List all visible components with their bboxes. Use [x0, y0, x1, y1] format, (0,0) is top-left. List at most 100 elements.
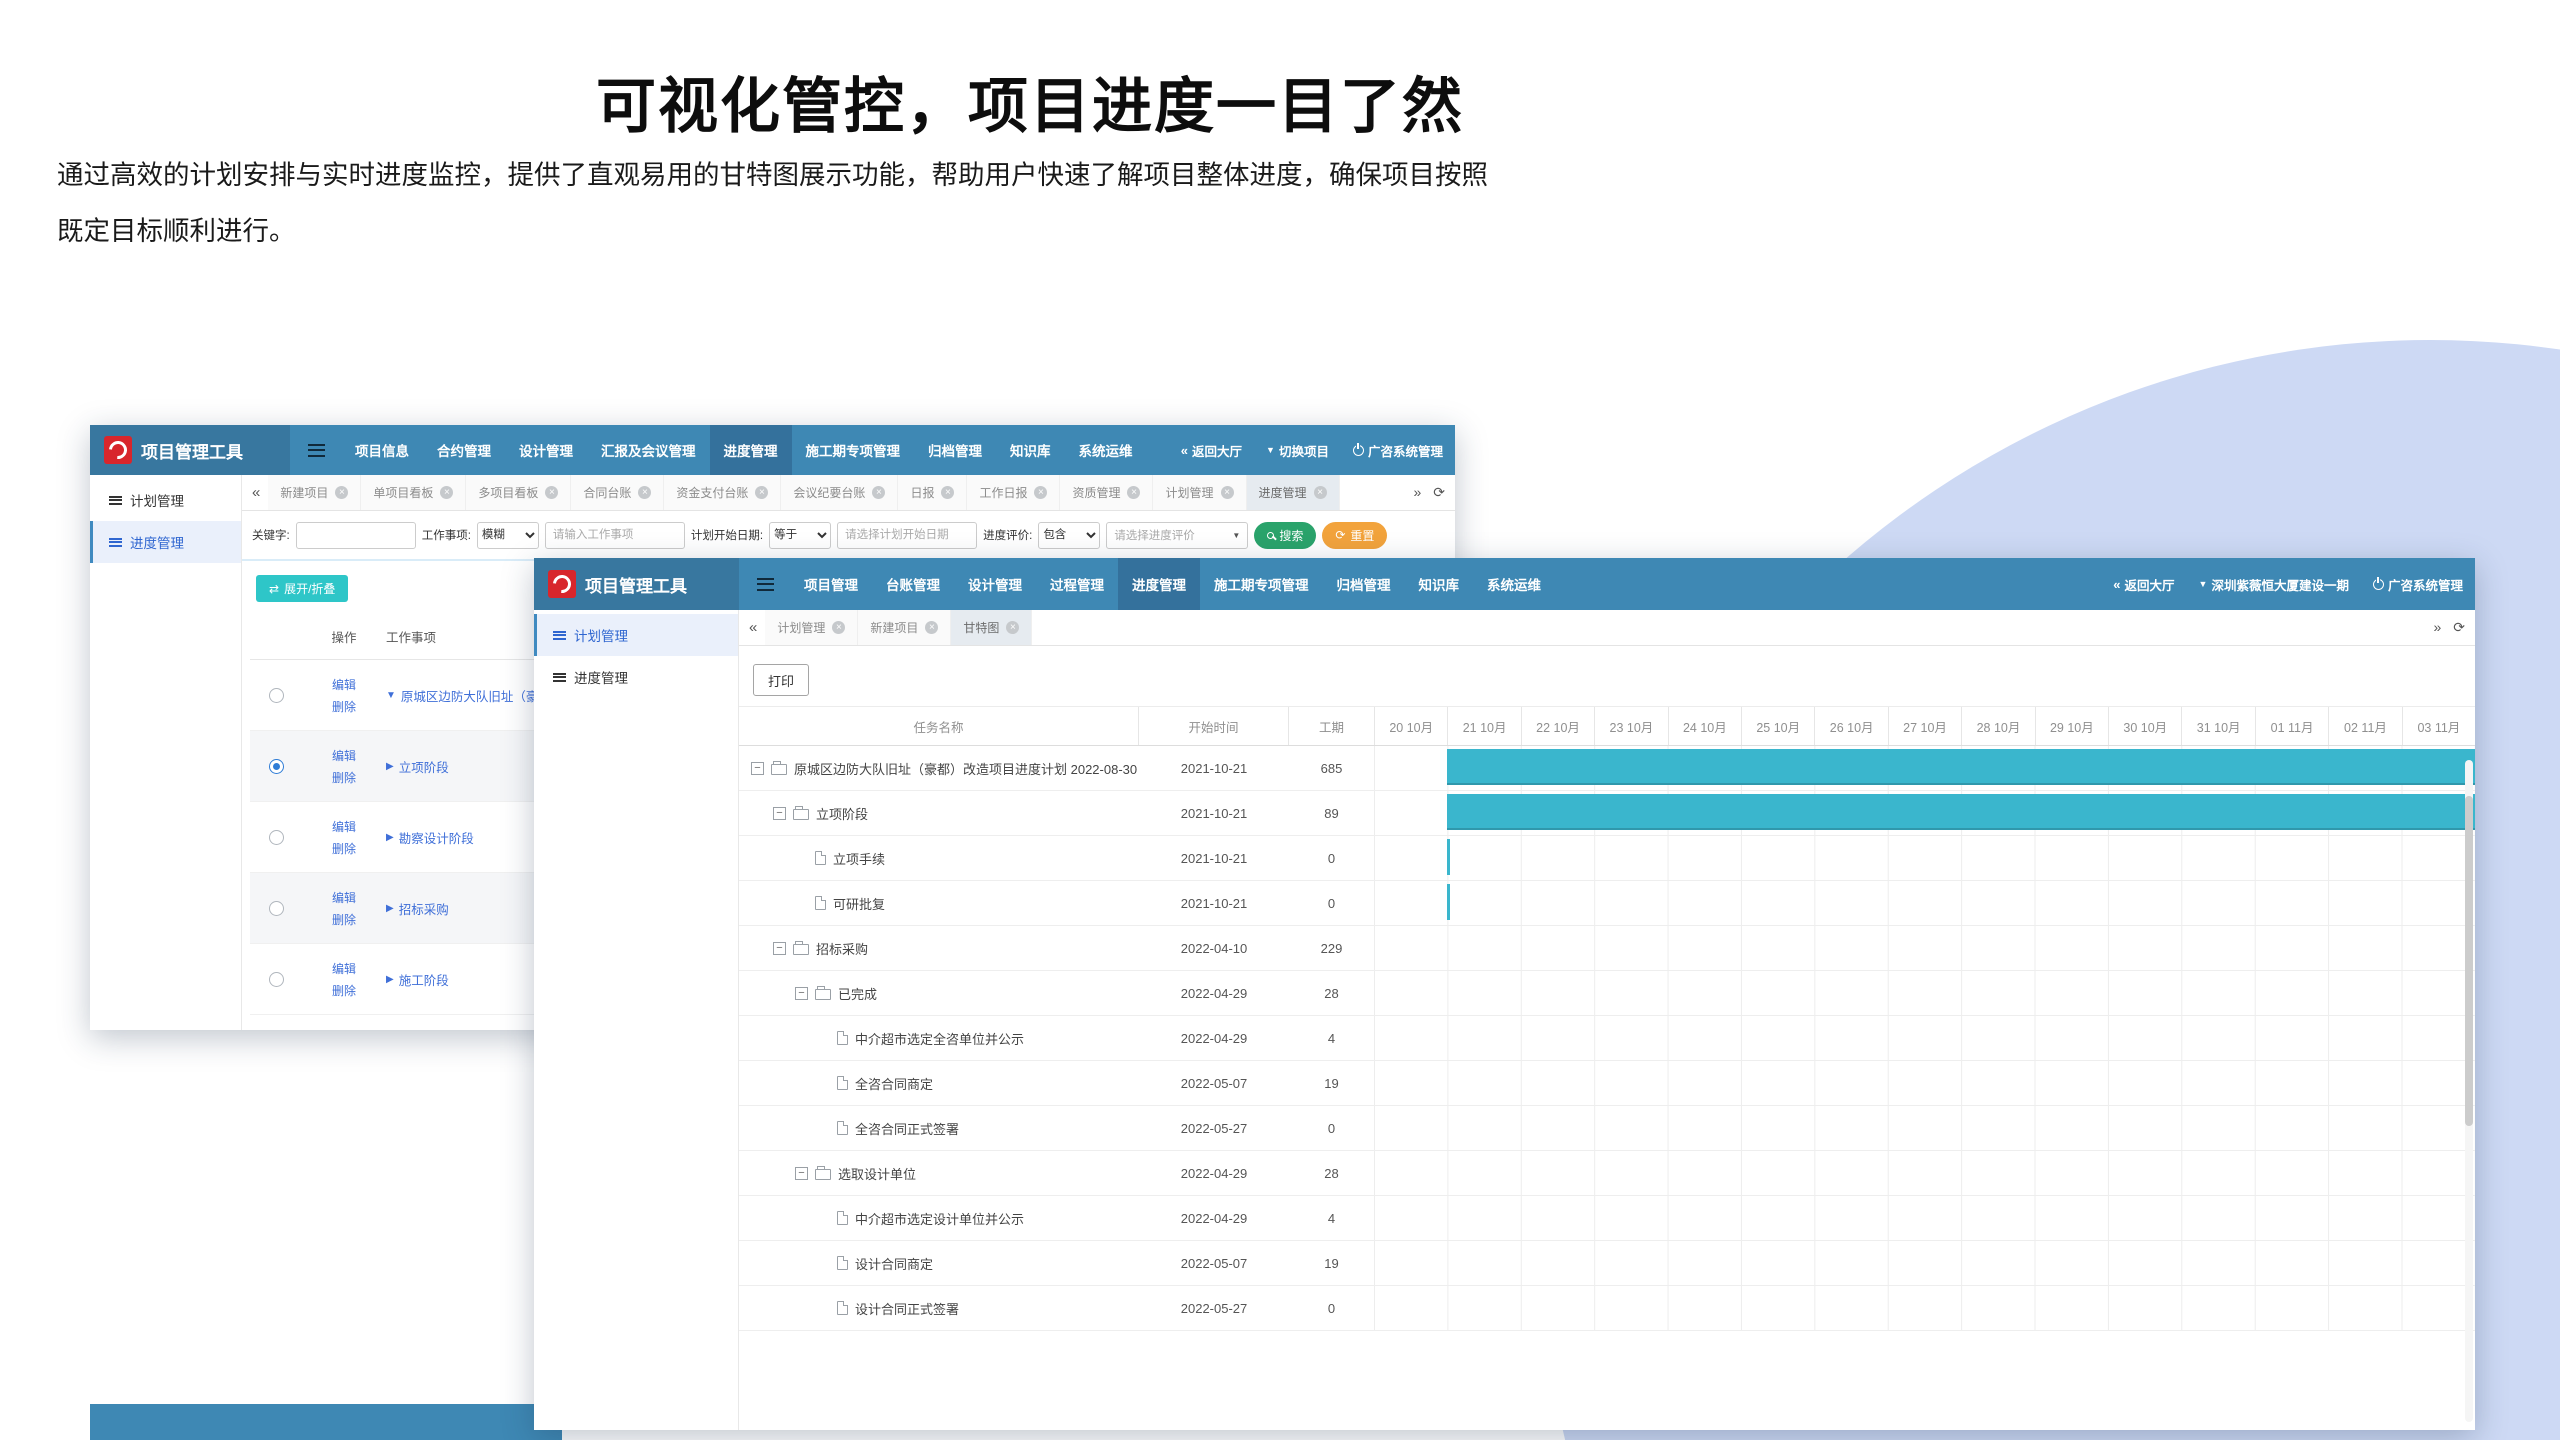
gantt-row[interactable]: − 招标采购 2022-04-10 229 — [739, 926, 2475, 971]
vertical-scrollbar[interactable] — [2465, 760, 2473, 1422]
gantt-bar[interactable] — [1447, 749, 2475, 785]
close-icon[interactable]: × — [925, 621, 939, 634]
return-hall-button[interactable]: « 返回大厅 — [2113, 575, 2174, 594]
gantt-row[interactable]: − 中介超市选定设计单位并公示 2022-04-29 4 — [739, 1196, 2475, 1241]
nav-item[interactable]: 进度管理 — [1118, 558, 1200, 610]
gantt-row[interactable]: − 可研批复 2021-10-21 0 — [739, 881, 2475, 926]
tab[interactable]: 计划管理 × — [765, 610, 859, 645]
tab[interactable]: 资金支付台账 × — [664, 475, 782, 510]
work-item-link[interactable]: ▶ 施工阶段 — [386, 970, 449, 989]
tab[interactable]: 多项目看板 × — [466, 475, 572, 510]
gantt-row[interactable]: − 已完成 2022-04-29 28 — [739, 971, 2475, 1016]
print-button[interactable]: 打印 — [753, 664, 810, 696]
refresh-icon[interactable]: ⟳ — [2453, 619, 2465, 636]
gantt-row[interactable]: − 立项阶段 2021-10-21 89 — [739, 791, 2475, 836]
nav-item[interactable]: 施工期专项管理 — [792, 425, 915, 475]
gantt-row[interactable]: − 选取设计单位 2022-04-29 28 — [739, 1151, 2475, 1196]
search-button[interactable]: 搜索 — [1254, 521, 1317, 549]
sidebar-item[interactable]: 计划管理 — [534, 614, 738, 656]
gantt-bar[interactable] — [1447, 794, 2475, 830]
progress-op-select[interactable]: 包含 — [1038, 521, 1101, 549]
tab[interactable]: 计划管理 × — [1153, 475, 1247, 510]
nav-item[interactable]: 知识库 — [1405, 558, 1474, 610]
scroll-tabs-left-icon[interactable]: « — [252, 484, 260, 501]
work-item-link[interactable]: ▶ 立项阶段 — [386, 757, 449, 776]
delete-link[interactable]: 删除 — [332, 840, 356, 857]
close-icon[interactable]: × — [440, 486, 454, 499]
sidebar-item[interactable]: 进度管理 — [534, 656, 738, 698]
nav-item[interactable]: 施工期专项管理 — [1200, 558, 1323, 610]
edit-link[interactable]: 编辑 — [332, 889, 356, 906]
delete-link[interactable]: 删除 — [332, 769, 356, 786]
edit-link[interactable]: 编辑 — [332, 960, 356, 977]
sidebar-item[interactable]: 计划管理 — [90, 479, 241, 521]
switch-project-button[interactable]: ▼ 切换项目 — [1266, 441, 1329, 460]
edit-link[interactable]: 编辑 — [332, 818, 356, 835]
nav-item[interactable]: 归档管理 — [1323, 558, 1405, 610]
radio-button[interactable] — [268, 829, 284, 845]
nav-item[interactable]: 台账管理 — [872, 558, 954, 610]
close-icon[interactable]: × — [1220, 486, 1234, 499]
work-item-link[interactable]: ▶ 勘察设计阶段 — [386, 828, 474, 847]
collapse-expander-icon[interactable]: − — [773, 941, 786, 955]
nav-item[interactable]: 合约管理 — [423, 425, 505, 475]
close-icon[interactable]: × — [832, 621, 846, 634]
edit-link[interactable]: 编辑 — [332, 676, 356, 693]
tab[interactable]: 进度管理 × — [1246, 475, 1340, 510]
collapse-expander-icon[interactable]: − — [751, 761, 764, 775]
hamburger-icon[interactable] — [308, 443, 325, 457]
nav-item[interactable]: 知识库 — [996, 425, 1065, 475]
tab[interactable]: 资质管理 × — [1060, 475, 1154, 510]
nav-item[interactable]: 设计管理 — [505, 425, 587, 475]
scroll-tabs-left-icon[interactable]: « — [749, 619, 757, 636]
gantt-bar[interactable] — [1447, 884, 1451, 920]
refresh-icon[interactable]: ⟳ — [1433, 484, 1445, 501]
scroll-tabs-right-icon[interactable]: » — [2433, 619, 2441, 636]
nav-item[interactable]: 设计管理 — [954, 558, 1036, 610]
switch-project-button[interactable]: ▼ 深圳紫薇恒大厦建设一期 — [2199, 575, 2349, 594]
gantt-row[interactable]: − 设计合同正式签署 2022-05-27 0 — [739, 1286, 2475, 1331]
close-icon[interactable]: × — [755, 486, 769, 499]
tab[interactable]: 单项目看板 × — [361, 475, 467, 510]
tab[interactable]: 新建项目 × — [858, 610, 952, 645]
return-hall-button[interactable]: « 返回大厅 — [1181, 441, 1242, 460]
user-menu[interactable]: 广咨系统管理 — [1352, 441, 1443, 460]
collapse-expander-icon[interactable]: − — [795, 1166, 808, 1180]
close-icon[interactable]: × — [1313, 486, 1327, 499]
nav-item[interactable]: 系统运维 — [1065, 425, 1147, 475]
collapse-expander-icon[interactable]: − — [773, 806, 786, 820]
keyword-input[interactable] — [295, 521, 416, 549]
delete-link[interactable]: 删除 — [332, 982, 356, 999]
delete-link[interactable]: 删除 — [332, 698, 356, 715]
nav-item[interactable]: 进度管理 — [709, 425, 792, 475]
progress-select[interactable]: 请选择进度评价 ▼ — [1106, 521, 1249, 549]
nav-item[interactable]: 汇报及会议管理 — [587, 425, 710, 475]
nav-item[interactable]: 项目信息 — [341, 425, 423, 475]
gantt-row[interactable]: − 全咨合同正式签署 2022-05-27 0 — [739, 1106, 2475, 1151]
user-menu[interactable]: 广咨系统管理 — [2372, 575, 2463, 594]
radio-button[interactable] — [268, 758, 284, 774]
close-icon[interactable]: × — [941, 486, 955, 499]
gantt-row[interactable]: − 全咨合同商定 2022-05-07 19 — [739, 1061, 2475, 1106]
close-icon[interactable]: × — [545, 486, 559, 499]
scroll-tabs-right-icon[interactable]: » — [1413, 484, 1421, 501]
scrollbar-thumb[interactable] — [2465, 796, 2473, 1126]
hamburger-icon[interactable] — [757, 577, 774, 591]
collapse-expander-icon[interactable]: − — [795, 986, 808, 1000]
radio-button[interactable] — [268, 971, 284, 987]
gantt-row[interactable]: − 中介超市选定全咨单位并公示 2022-04-29 4 — [739, 1016, 2475, 1061]
work-item-input[interactable] — [544, 521, 685, 549]
close-icon[interactable]: × — [1127, 486, 1141, 499]
gantt-row[interactable]: − 立项手续 2021-10-21 0 — [739, 836, 2475, 881]
tab[interactable]: 新建项目 × — [268, 475, 362, 510]
tab[interactable]: 合同台账 × — [571, 475, 665, 510]
tab[interactable]: 工作日报 × — [967, 475, 1061, 510]
tab[interactable]: 甘特图 × — [951, 610, 1033, 645]
work-item-op-select[interactable]: 模糊 — [476, 521, 539, 549]
close-icon[interactable]: × — [1034, 486, 1048, 499]
gantt-row[interactable]: − 设计合同商定 2022-05-07 19 — [739, 1241, 2475, 1286]
radio-button[interactable] — [268, 900, 284, 916]
delete-link[interactable]: 删除 — [332, 911, 356, 928]
nav-item[interactable]: 项目管理 — [790, 558, 872, 610]
close-icon[interactable]: × — [638, 486, 652, 499]
